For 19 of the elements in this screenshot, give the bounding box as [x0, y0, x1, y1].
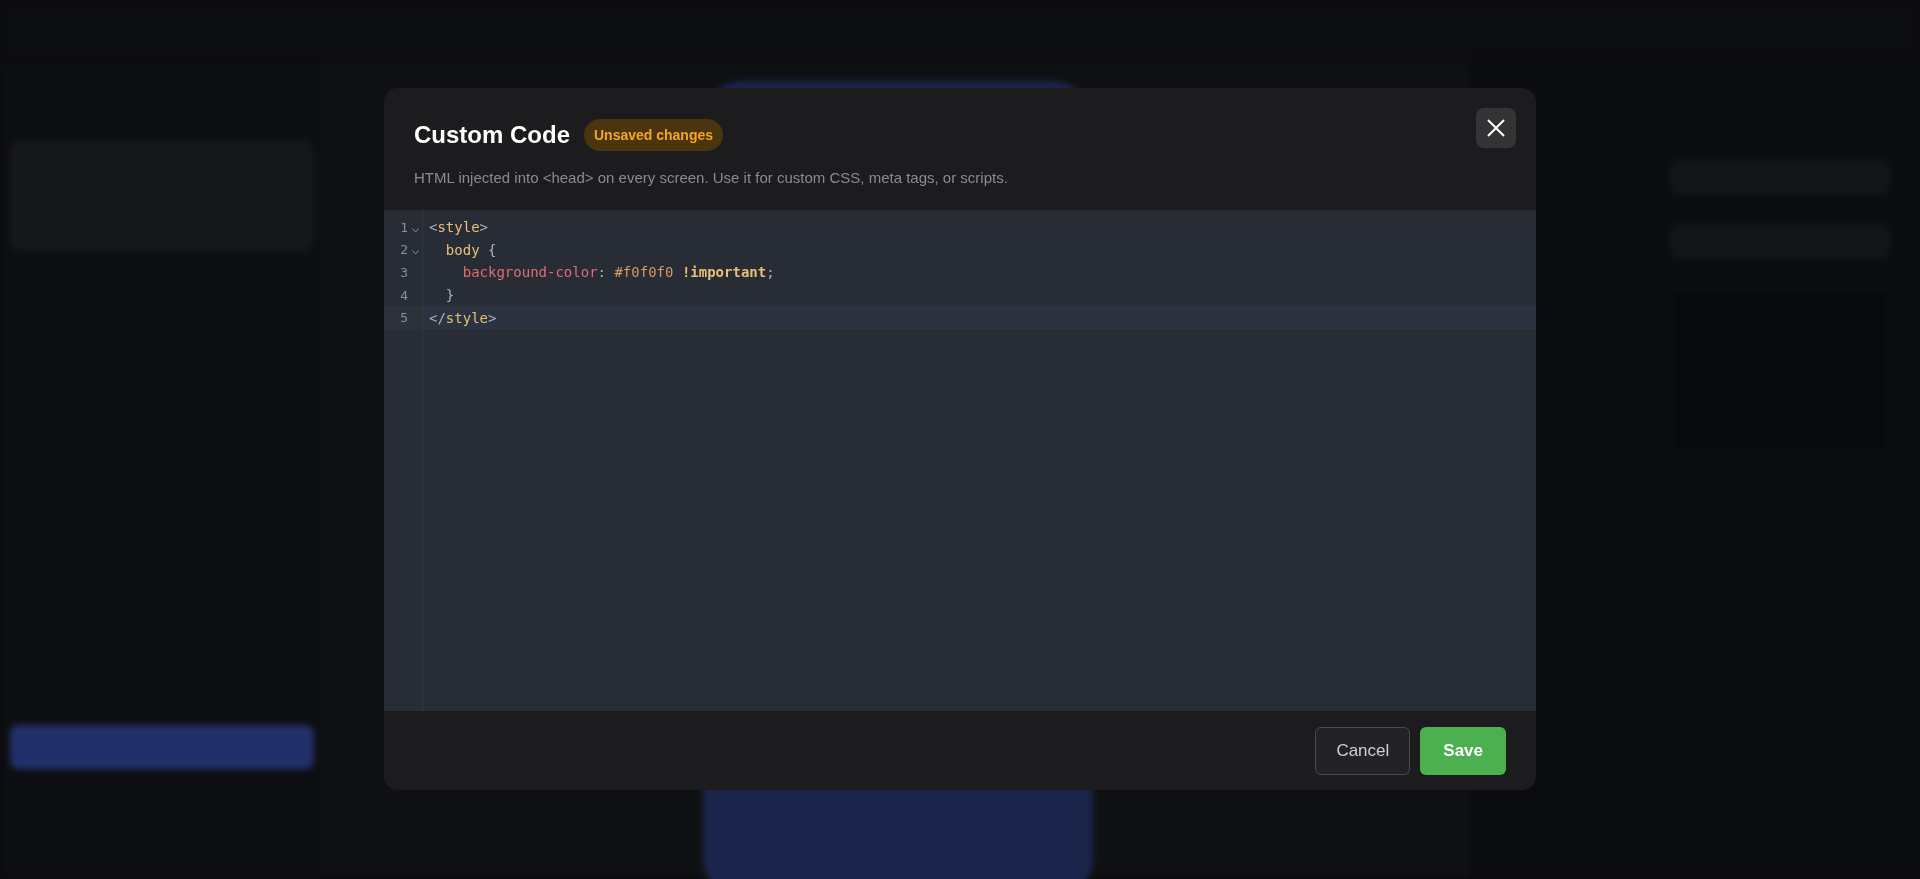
line-number: 1 — [400, 219, 408, 235]
close-button[interactable] — [1476, 108, 1516, 148]
unsaved-badge: Unsaved changes — [584, 119, 724, 151]
code-line: body { — [444, 241, 497, 258]
code-line: } — [444, 287, 455, 304]
close-icon — [1486, 118, 1506, 138]
dialog-description: HTML injected into <head> on every screen. Use it for custom CSS, meta tags, or scripts. — [414, 169, 1009, 186]
code-line: background-color: #f0f0f0 !important; — [461, 264, 775, 281]
line-number: 3 — [400, 265, 408, 280]
fold-chevron-icon[interactable] — [412, 250, 419, 256]
line-number: 4 — [400, 287, 408, 303]
dialog-title: Custom Code — [414, 121, 570, 149]
cancel-button[interactable]: Cancel — [1315, 726, 1411, 775]
line-number: 2 — [400, 242, 408, 258]
code-line: </style> — [429, 309, 497, 326]
code-editor[interactable]: 1 2 3 4 5 <style> body { background-color: #f0f0f0 !important; } </style> — [384, 210, 1536, 711]
code-line: <style> — [429, 219, 489, 236]
fold-chevron-icon[interactable] — [412, 227, 419, 233]
line-number: 5 — [400, 310, 408, 326]
